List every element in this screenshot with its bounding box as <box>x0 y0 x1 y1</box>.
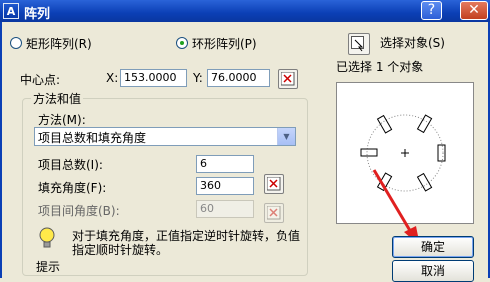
rect-array-label: 矩形阵列(R) <box>26 37 92 51</box>
select-objects-button[interactable] <box>348 33 370 55</box>
center-y-label: Y: <box>193 71 203 85</box>
pick-angle-icon <box>267 177 281 191</box>
fill-angle-input[interactable]: 360 <box>196 177 254 195</box>
preview-item <box>360 148 378 157</box>
select-objects-label: 选择对象(S) <box>380 36 445 50</box>
ok-button[interactable]: 确定 <box>392 236 474 258</box>
selection-status: 已选择 1 个对象 <box>336 60 424 74</box>
window-frame-left <box>0 22 2 278</box>
chevron-down-icon[interactable]: ▼ <box>277 128 295 145</box>
polar-array-radio[interactable] <box>176 37 188 49</box>
total-items-input[interactable]: 6 <box>196 155 254 173</box>
select-objects-icon <box>351 36 364 52</box>
app-icon: A <box>3 3 19 19</box>
total-items-label: 项目总数(I): <box>38 158 103 172</box>
cancel-button[interactable]: 取消 <box>392 260 474 282</box>
method-label: 方法(M): <box>38 113 86 127</box>
help-button[interactable]: ? <box>421 1 442 20</box>
preview-item <box>437 144 446 162</box>
pick-between-angle-button <box>264 203 284 223</box>
center-point-label: 中心点: <box>20 73 61 87</box>
pick-fill-angle-button[interactable] <box>264 174 284 194</box>
pick-point-icon <box>281 72 295 86</box>
close-button[interactable]: ✕ <box>460 1 488 20</box>
polar-array-label: 环形阵列(P) <box>192 37 257 51</box>
fill-angle-label: 填充角度(F): <box>38 181 107 195</box>
method-group-title: 方法和值 <box>31 90 84 107</box>
method-select-value: 项目总数和填充角度 <box>38 131 147 145</box>
pick-center-button[interactable] <box>278 69 298 89</box>
rect-array-radio[interactable] <box>10 37 22 49</box>
center-x-input[interactable]: 153.0000 <box>120 69 187 87</box>
angle-between-input: 60 <box>196 200 254 218</box>
title-bar[interactable]: A 阵列 ? ✕ <box>0 0 490 22</box>
center-y-input[interactable]: 76.0000 <box>207 69 270 87</box>
method-select[interactable]: 项目总数和填充角度 ▼ <box>34 127 296 146</box>
pick-angle-icon <box>267 206 281 220</box>
window-title: 阵列 <box>24 7 51 22</box>
center-x-label: X: <box>106 71 119 85</box>
preview-item <box>416 114 433 134</box>
lightbulb-icon <box>38 226 56 255</box>
tip-text: 对于填充角度，正值指定逆时针旋转，负值指定顺时针旋转。 <box>72 229 301 257</box>
angle-between-label: 项目间角度(B): <box>38 204 120 218</box>
tip-label: 提示 <box>36 260 61 274</box>
